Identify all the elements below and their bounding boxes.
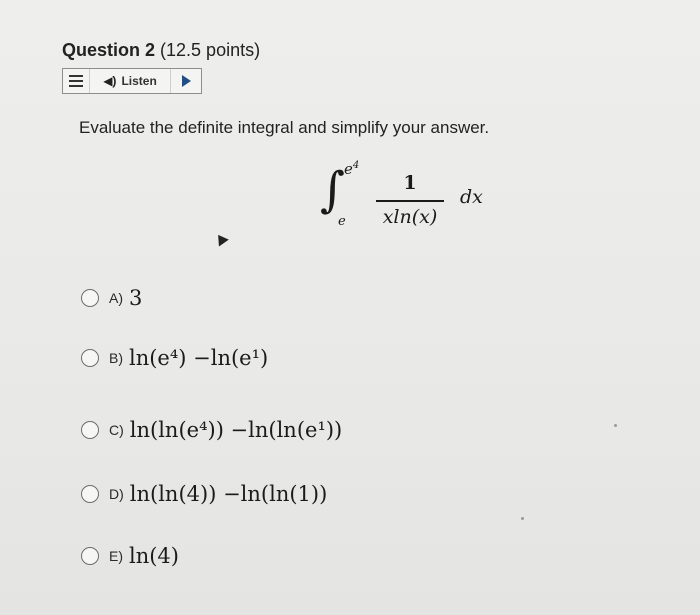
option-letter: E) <box>109 548 123 564</box>
option-d[interactable]: D) ln(ln(4)) −ln(ln(1)) <box>81 482 327 506</box>
option-c[interactable]: C) ln(ln(e⁴)) −ln(ln(e¹)) <box>81 418 342 442</box>
option-text: ln(e⁴) −ln(e¹) <box>129 346 269 370</box>
speaker-icon: ◀︎) <box>103 74 117 88</box>
radio-button[interactable] <box>81 547 99 565</box>
question-title: Question 2 (12.5 points) <box>62 40 260 61</box>
listen-toolbar: ◀︎) Listen <box>62 68 202 94</box>
option-letter: A) <box>109 290 123 306</box>
option-text: 3 <box>129 286 143 310</box>
option-a[interactable]: A) 3 <box>81 286 142 310</box>
radio-button[interactable] <box>81 485 99 503</box>
option-letter: B) <box>109 350 123 366</box>
mouse-cursor-icon <box>213 231 229 247</box>
integral-upper-limit: e4 <box>344 160 360 178</box>
integral-expression: ∫ e4 e 1 xln(x) dx <box>320 160 520 240</box>
option-text: ln(ln(4)) −ln(ln(1)) <box>129 482 328 506</box>
integral-sign-icon: ∫ <box>320 162 346 218</box>
integral-lower-limit: e <box>338 214 346 229</box>
play-icon <box>181 75 191 87</box>
play-button[interactable] <box>171 69 201 93</box>
radio-button[interactable] <box>81 349 99 367</box>
question-label: Question 2 <box>62 40 156 60</box>
question-card: Question 2 (12.5 points) ◀︎) Listen Eval… <box>0 0 700 615</box>
question-prompt: Evaluate the definite integral and simpl… <box>79 118 490 137</box>
option-b[interactable]: B) ln(e⁴) −ln(e¹) <box>81 346 268 370</box>
integrand-fraction: 1 xln(x) <box>376 172 444 228</box>
integral-differential: dx <box>460 186 483 208</box>
option-letter: C) <box>109 422 124 438</box>
listen-label: Listen <box>121 74 157 88</box>
background-speck <box>521 517 524 520</box>
menu-icon[interactable] <box>63 69 90 93</box>
fraction-numerator: 1 <box>403 172 417 194</box>
fraction-bar <box>376 200 444 202</box>
background-speck <box>614 424 617 427</box>
question-points: (12.5 points) <box>160 40 261 60</box>
listen-button[interactable]: ◀︎) Listen <box>90 69 171 93</box>
fraction-denominator: xln(x) <box>382 205 438 228</box>
option-text: ln(ln(e⁴)) −ln(ln(e¹)) <box>129 418 343 442</box>
radio-button[interactable] <box>81 289 99 307</box>
option-letter: D) <box>109 486 124 502</box>
radio-button[interactable] <box>81 421 99 439</box>
option-e[interactable]: E) ln(4) <box>81 544 179 568</box>
option-text: ln(4) <box>129 544 179 568</box>
